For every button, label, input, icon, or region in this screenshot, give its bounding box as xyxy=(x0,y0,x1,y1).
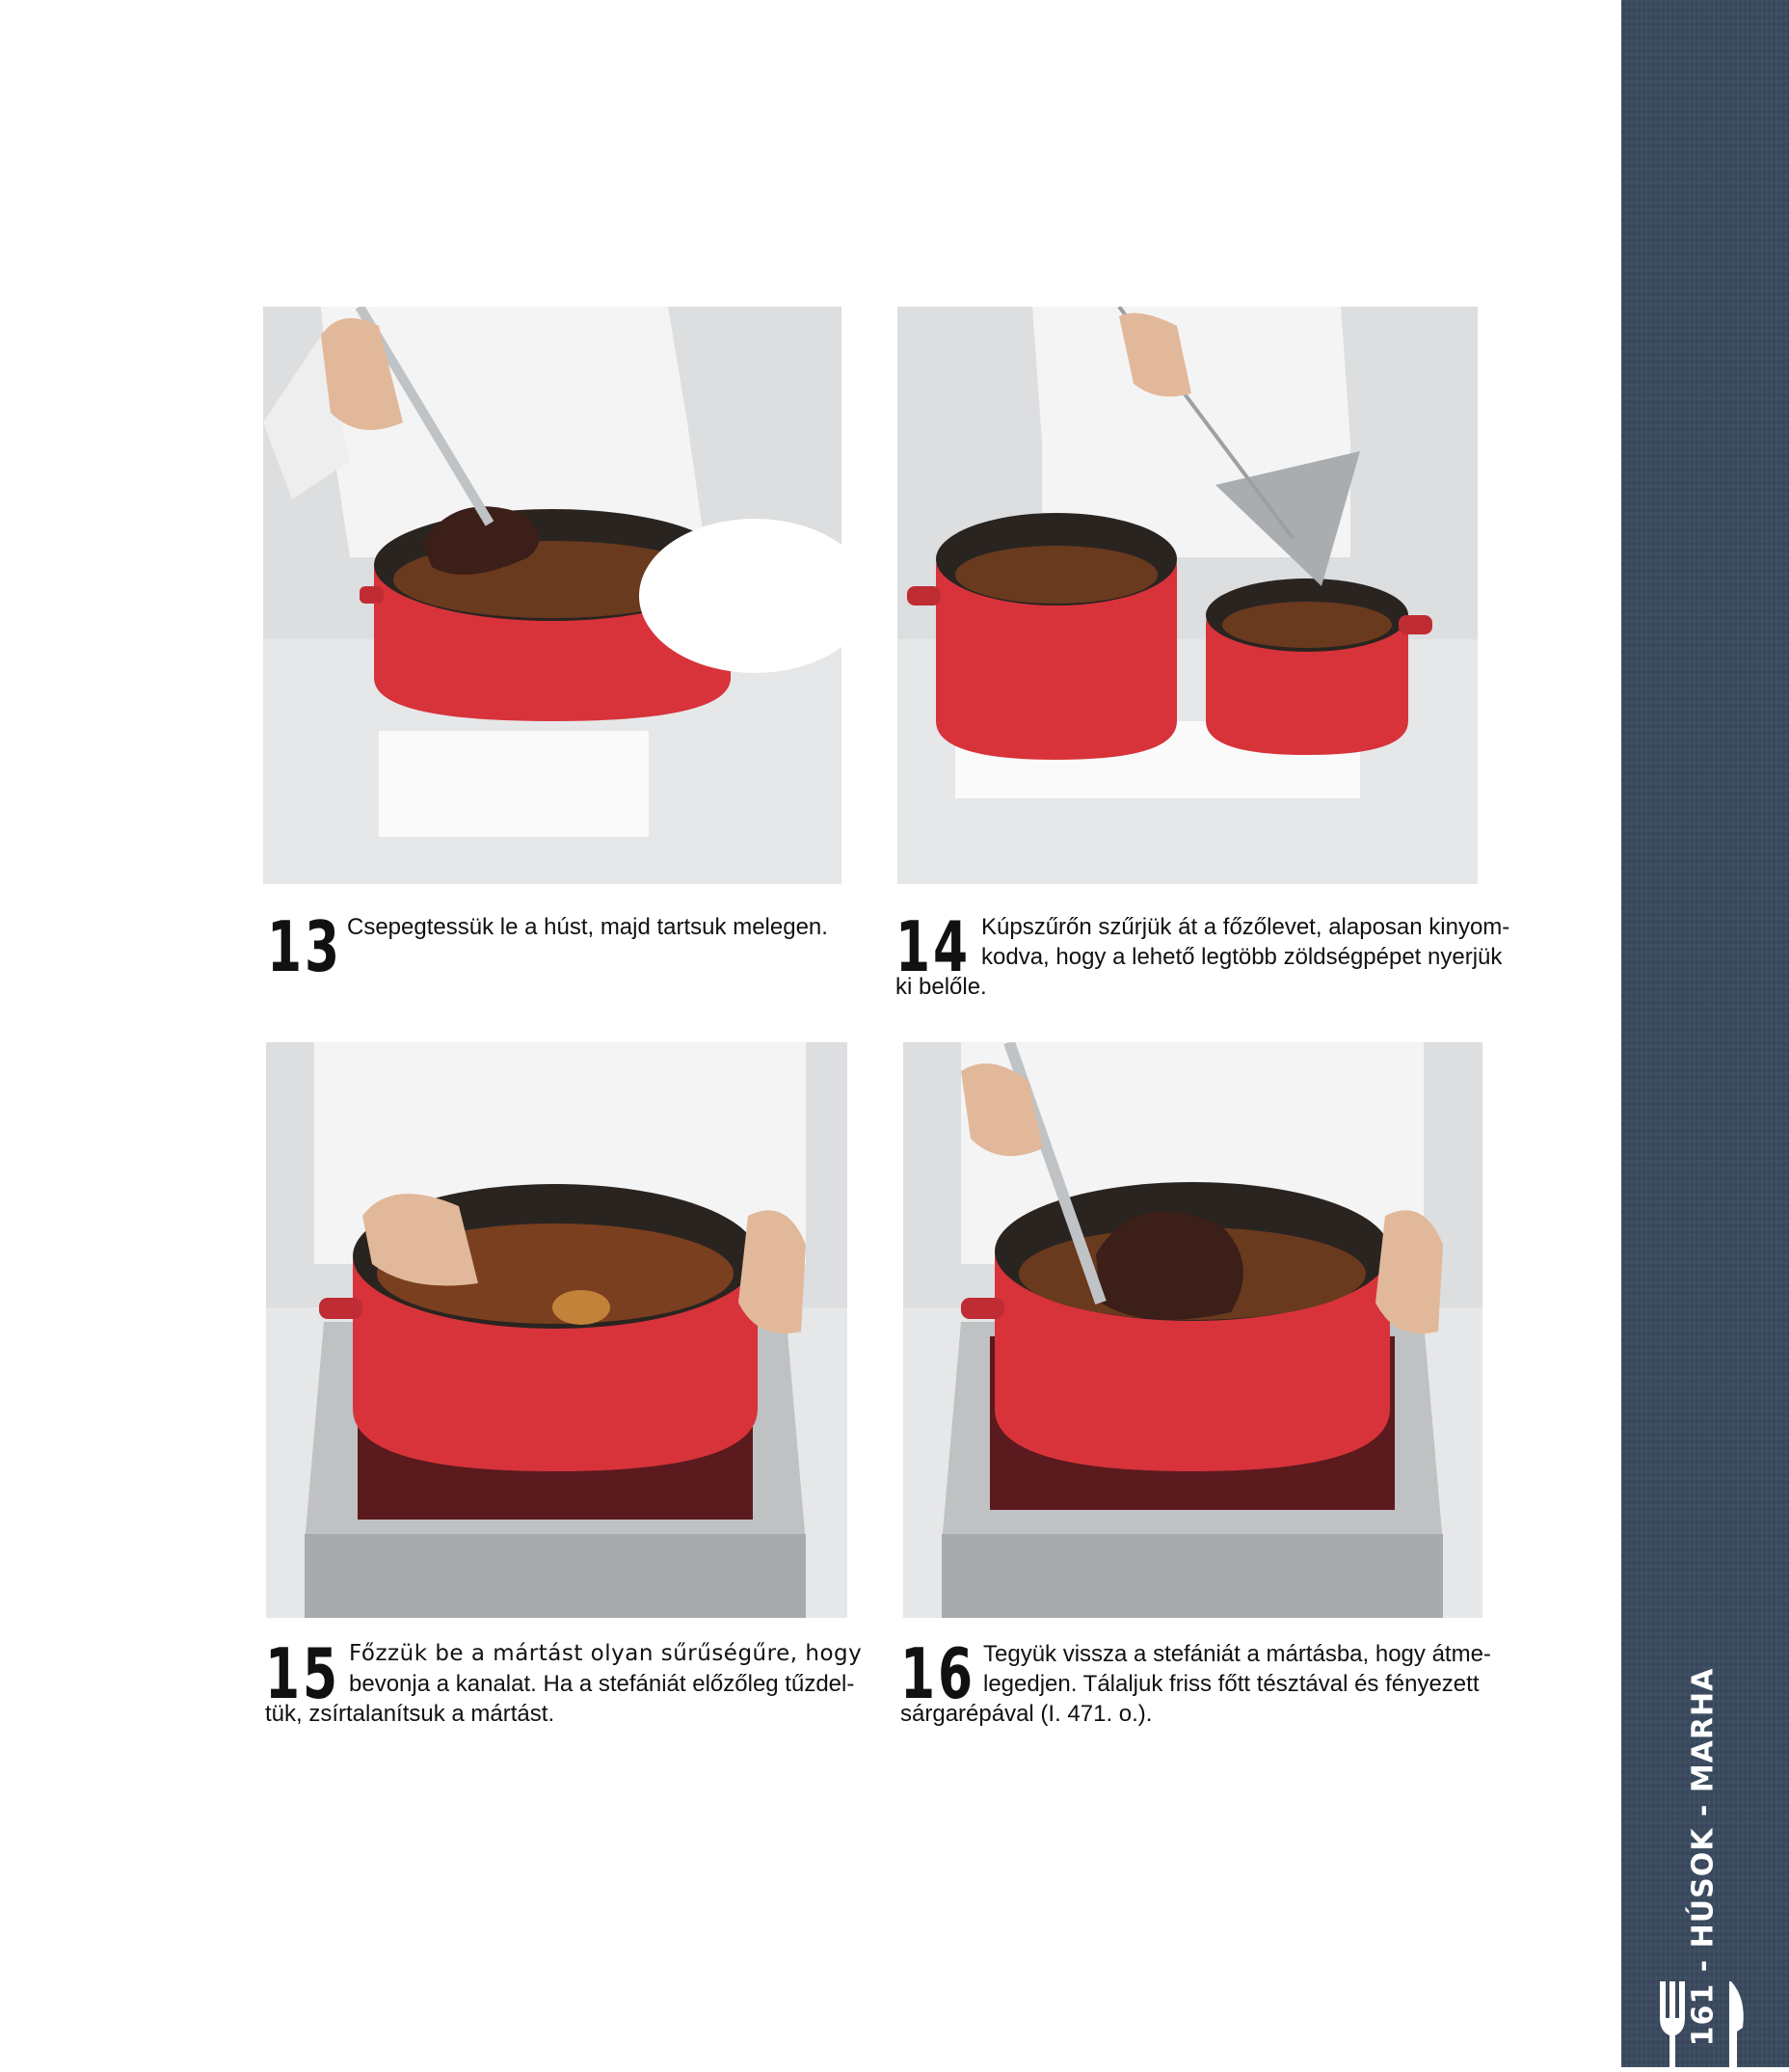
step-text-line-3: ki belőle. xyxy=(895,974,987,1000)
side-label: 161 - HÚSOK - MARHA xyxy=(1681,1668,1725,2047)
step-text-line-3: tük, zsírtalanítsuk a mártást. xyxy=(265,1701,555,1727)
step-text-line-1: Tegyük vissza a stefániát a mártásba, ho… xyxy=(983,1641,1491,1667)
step-text-line-1: Főzzük be a mártást olyan sűrűségűre, ho… xyxy=(349,1641,863,1666)
step-text-line-2: legedjen. Tálaljuk friss főtt tésztával … xyxy=(983,1671,1480,1697)
photo-step-14 xyxy=(897,307,1478,884)
photo-step-15 xyxy=(266,1042,847,1618)
step-number: 13 xyxy=(267,906,342,987)
cutlery-icon xyxy=(1654,1981,1760,2067)
photo-step-13 xyxy=(263,307,841,884)
step-13: 13 Csepegtessük le a húst, majd tartsuk … xyxy=(267,912,845,989)
step-16: 16 Tegyük vissza a stefániát a mártásba,… xyxy=(900,1639,1491,1745)
step-15: 15 Főzzük be a mártást olyan sűrűségűre,… xyxy=(265,1639,862,1745)
step-14: 14 Kúpszűrőn szűrjük át a főzőlevet, ala… xyxy=(895,912,1509,1018)
step-text-line-3: sárgarépával (I. 471. o.). xyxy=(900,1701,1153,1727)
step-text-line-2: kodva, hogy a lehető legtöbb zöldségpépe… xyxy=(981,944,1503,970)
step-text: Csepegtessük le a húst, majd tartsuk mel… xyxy=(347,914,828,940)
photo-step-16 xyxy=(903,1042,1482,1618)
step-text-line-1: Kúpszűrőn szűrjük át a főzőlevet, alapos… xyxy=(981,914,1510,940)
step-text-line-2: bevonja a kanalat. Ha a stefániát előzől… xyxy=(349,1671,855,1697)
